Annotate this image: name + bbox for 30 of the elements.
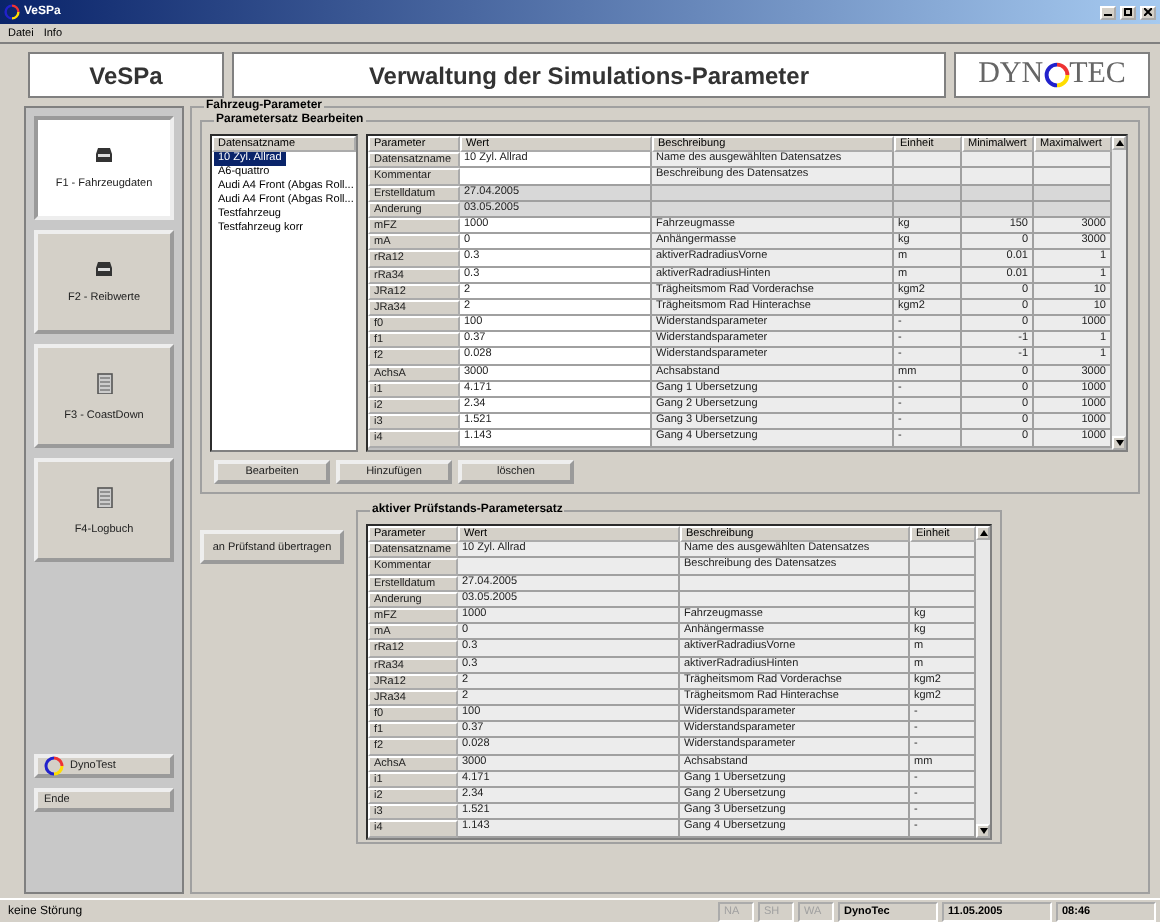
document-icon — [95, 371, 113, 393]
scrollbar[interactable] — [976, 526, 990, 838]
scroll-up-icon — [1115, 140, 1123, 146]
app-name: VeSPa — [89, 61, 163, 89]
table-cell[interactable] — [458, 558, 680, 576]
close-icon — [1144, 8, 1152, 16]
table-cell — [910, 558, 976, 576]
scroll-down-icon — [1115, 440, 1123, 446]
app-icon — [4, 4, 20, 20]
close-button[interactable] — [1140, 5, 1156, 19]
table-cell — [894, 168, 962, 186]
table-cell — [1034, 168, 1112, 186]
scroll-up-icon — [979, 530, 987, 536]
document-icon — [95, 485, 113, 507]
ring-icon — [44, 756, 64, 776]
minimize-icon — [1104, 8, 1112, 16]
table-cell — [962, 152, 1034, 169]
table-cell — [894, 152, 962, 169]
scrollbar[interactable] — [1112, 136, 1126, 450]
table-cell[interactable] — [460, 168, 652, 186]
table-cell — [1034, 152, 1112, 169]
page-title: Verwaltung der Simulations-Parameter — [368, 61, 810, 89]
table-cell — [962, 168, 1034, 186]
minimize-button[interactable] — [1100, 5, 1116, 19]
scroll-down-icon — [979, 827, 987, 834]
maximize-icon — [1124, 8, 1132, 16]
table-cell — [910, 542, 976, 559]
ring-icon — [1043, 62, 1070, 88]
logo: DYN TEC — [978, 58, 1126, 92]
maximize-button[interactable] — [1120, 5, 1136, 19]
